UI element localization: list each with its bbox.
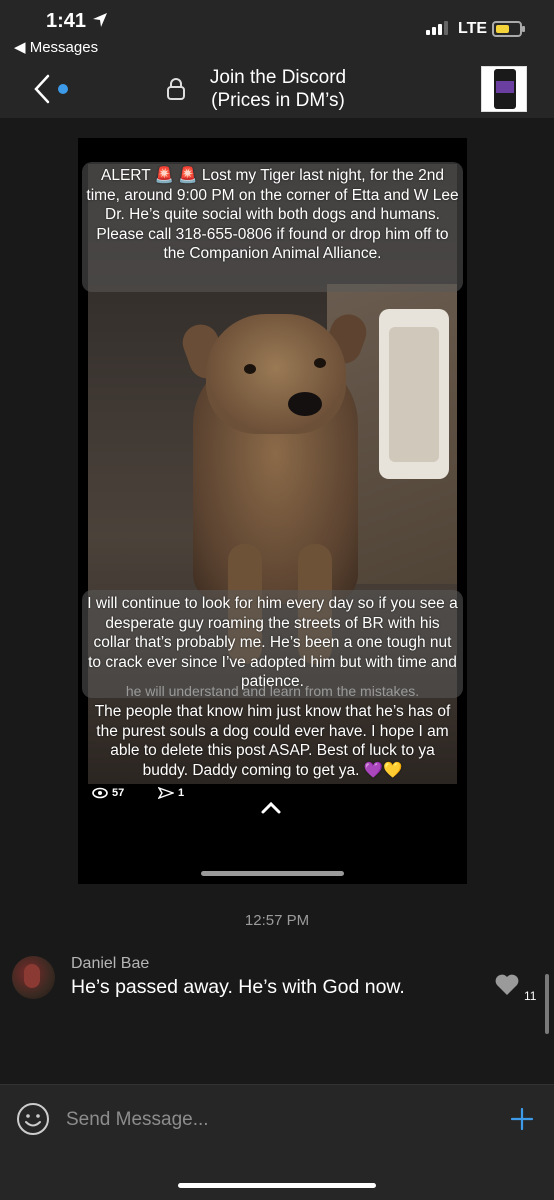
send-message-input[interactable] [66, 1105, 466, 1135]
message-timestamp: 12:57 PM [244, 912, 310, 929]
lock-icon [167, 78, 185, 100]
story-shares: 1 [158, 787, 184, 799]
chevron-up-icon [261, 801, 281, 814]
battery-icon [492, 21, 525, 37]
chat-title-line2: (Prices in DM’s) [211, 90, 345, 111]
sender-avatar[interactable] [12, 956, 55, 999]
emoji-icon[interactable] [16, 1102, 50, 1136]
like-count: 11 [524, 989, 537, 1003]
eye-icon [92, 787, 108, 799]
chat-title-line1: Join the Discord [209, 67, 347, 88]
location-arrow-icon [93, 13, 107, 27]
back-to-messages-link[interactable]: ◀ Messages [14, 38, 98, 56]
message-input-bar [0, 1084, 554, 1200]
clock: 1:41 [46, 10, 87, 32]
message-text[interactable]: He’s passed away. He’s with God now. [71, 976, 405, 999]
chat-header: Join the Discord (Prices in DM’s) [0, 58, 554, 118]
story-home-indicator [201, 871, 344, 876]
views-count: 57 [112, 787, 125, 799]
shares-count: 1 [178, 787, 185, 799]
battery-level [496, 25, 510, 33]
signal-strength-icon [426, 21, 452, 35]
back-button[interactable] [30, 72, 76, 106]
chat-avatar-thumbnail[interactable] [481, 66, 527, 112]
shared-story-screenshot[interactable]: ALERT 🚨 🚨 Lost my Tiger last night, for … [78, 138, 467, 884]
story-views: 57 [92, 787, 124, 799]
chat-title[interactable]: Join the Discord (Prices in DM’s) [192, 66, 364, 112]
chat-area[interactable]: ALERT 🚨 🚨 Lost my Tiger last night, for … [0, 118, 554, 1084]
status-bar: 1:41 ◀ Messages LTE [0, 0, 554, 58]
speaker-image [379, 309, 449, 479]
network-type: LTE [458, 20, 488, 37]
scrollbar[interactable] [545, 974, 549, 1034]
heart-icon[interactable] [494, 973, 520, 997]
plus-icon[interactable] [510, 1107, 534, 1131]
story-caption-middle: I will continue to look for him every da… [87, 595, 458, 691]
story-caption-bottom: The people that know him just know that … [94, 703, 451, 779]
home-indicator[interactable] [178, 1183, 376, 1188]
story-caption-top: ALERT 🚨 🚨 Lost my Tiger last night, for … [86, 167, 459, 263]
sender-name: Daniel Bae [71, 955, 150, 972]
unread-indicator [58, 84, 68, 94]
share-arrow-icon [158, 787, 174, 799]
story-caption-overlap: he will understand and learn from the mi… [125, 683, 420, 699]
